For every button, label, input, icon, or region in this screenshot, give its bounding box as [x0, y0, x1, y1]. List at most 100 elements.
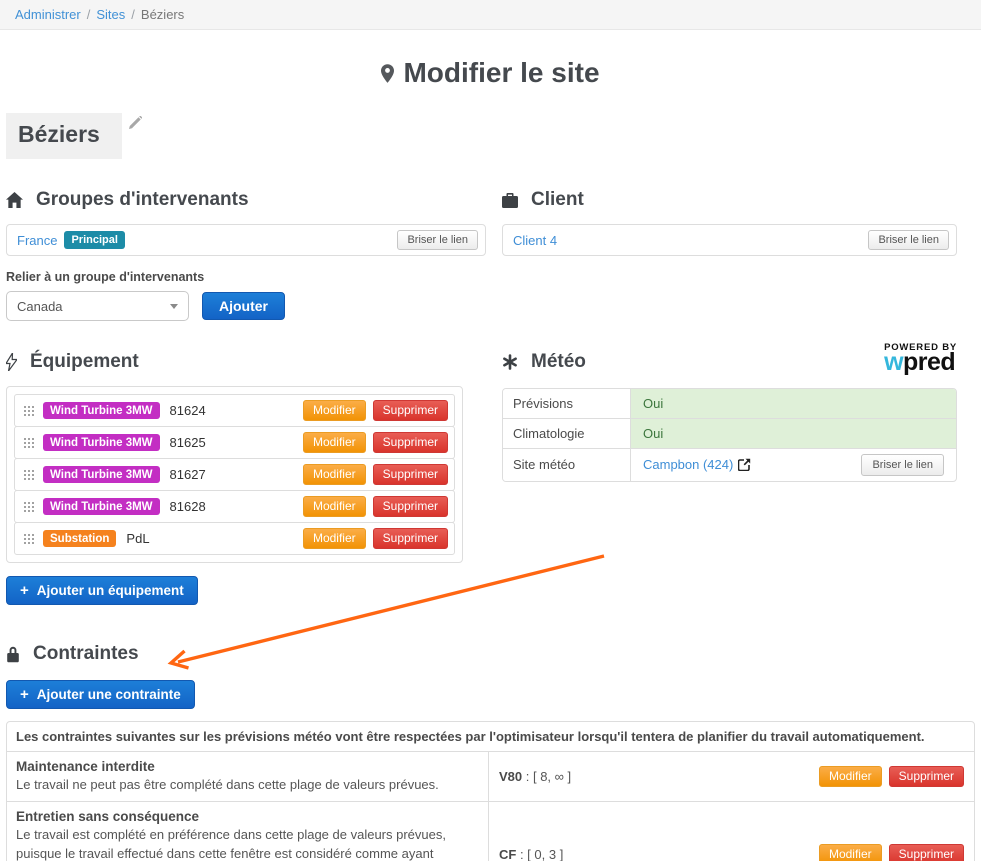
- client-section: Client Client 4 Briser le lien: [502, 159, 957, 256]
- equipment-row: Wind Turbine 3MW 81625 Modifier Supprime…: [14, 426, 455, 459]
- equipment-type-badge: Wind Turbine 3MW: [43, 434, 160, 451]
- groups-heading: Groupes d'intervenants: [6, 189, 486, 211]
- edit-pencil-icon[interactable]: [128, 116, 142, 130]
- constraint-row: Entretien sans conséquence Le travail es…: [7, 801, 974, 861]
- equipment-row: Substation PdL Modifier Supprimer: [14, 522, 455, 555]
- groups-section: Groupes d'intervenants France Principal …: [6, 159, 486, 321]
- equipment-name: 81625: [170, 435, 206, 450]
- drag-handle-icon[interactable]: [23, 501, 34, 512]
- meteo-row-value: Oui: [631, 389, 956, 418]
- constraint-description: Le travail ne peut pas être complété dan…: [16, 776, 479, 794]
- group-link-france[interactable]: France: [17, 233, 57, 248]
- meteo-row: Prévisions Oui: [503, 389, 956, 418]
- meteo-site-link[interactable]: Campbon (424): [643, 457, 733, 472]
- breadcrumb-separator: /: [87, 7, 91, 22]
- add-equipment-label: Ajouter un équipement: [37, 583, 184, 598]
- constraints-section: Contraintes + Ajouter une contrainte Les…: [6, 643, 975, 861]
- constraints-heading: Contraintes: [6, 643, 975, 665]
- meteo-heading-text: Météo: [531, 351, 586, 373]
- constraint-metric: CF: [499, 847, 516, 861]
- delete-equipment-button[interactable]: Supprimer: [373, 400, 448, 421]
- equipment-type-badge: Wind Turbine 3MW: [43, 498, 160, 515]
- modify-constraint-button[interactable]: Modifier: [819, 766, 882, 787]
- meteo-table: Prévisions Oui Climatologie Oui Site mét…: [502, 388, 957, 482]
- wpred-brand-rest: pred: [903, 348, 955, 376]
- unlink-client-button[interactable]: Briser le lien: [868, 230, 949, 250]
- asterisk-icon: [502, 354, 518, 370]
- modify-equipment-button[interactable]: Modifier: [303, 432, 366, 453]
- linked-group-row: France Principal Briser le lien: [6, 224, 486, 256]
- equipment-list: Wind Turbine 3MW 81624 Modifier Supprime…: [6, 386, 463, 563]
- meteo-row: Site météo Campbon (424) Briser le lien: [503, 448, 956, 481]
- group-select-value: Canada: [17, 299, 63, 314]
- modify-equipment-button[interactable]: Modifier: [303, 464, 366, 485]
- plus-icon: +: [20, 687, 29, 702]
- equipment-type-badge: Wind Turbine 3MW: [43, 466, 160, 483]
- meteo-row-label: Site météo: [503, 449, 631, 481]
- drag-handle-icon[interactable]: [23, 405, 34, 416]
- wpred-logo: POWERED BY wpred: [884, 343, 957, 375]
- equipment-type-badge: Wind Turbine 3MW: [43, 402, 160, 419]
- unlink-group-button[interactable]: Briser le lien: [397, 230, 478, 250]
- add-equipment-button[interactable]: + Ajouter un équipement: [6, 576, 198, 605]
- equipment-heading-text: Équipement: [30, 351, 139, 373]
- delete-equipment-button[interactable]: Supprimer: [373, 432, 448, 453]
- principal-badge: Principal: [64, 231, 124, 249]
- constraint-metric: V80: [499, 769, 522, 784]
- breadcrumb-link-administrer[interactable]: Administrer: [15, 7, 81, 22]
- client-heading-text: Client: [531, 189, 584, 211]
- equipment-type-badge: Substation: [43, 530, 116, 547]
- delete-equipment-button[interactable]: Supprimer: [373, 528, 448, 549]
- constraint-row: Maintenance interdite Le travail ne peut…: [7, 751, 974, 801]
- constraints-heading-text: Contraintes: [33, 643, 139, 665]
- lightning-icon: [6, 353, 17, 371]
- constraint-description: Le travail est complété en préférence da…: [16, 826, 479, 861]
- meteo-row-label: Prévisions: [503, 389, 631, 418]
- group-select[interactable]: Canada: [6, 291, 189, 321]
- add-constraint-button[interactable]: + Ajouter une contrainte: [6, 680, 195, 709]
- equipment-row: Wind Turbine 3MW 81628 Modifier Supprime…: [14, 490, 455, 523]
- breadcrumb-link-sites[interactable]: Sites: [96, 7, 125, 22]
- client-link[interactable]: Client 4: [513, 233, 557, 248]
- drag-handle-icon[interactable]: [23, 533, 34, 544]
- delete-constraint-button[interactable]: Supprimer: [889, 766, 964, 787]
- linked-client-row: Client 4 Briser le lien: [502, 224, 957, 256]
- meteo-row-value: Oui: [631, 419, 956, 448]
- plus-icon: +: [20, 583, 29, 598]
- equipment-name: 81627: [170, 467, 206, 482]
- groups-heading-text: Groupes d'intervenants: [36, 189, 249, 211]
- wpred-brand-w: w: [884, 348, 903, 376]
- modify-equipment-button[interactable]: Modifier: [303, 528, 366, 549]
- drag-handle-icon[interactable]: [23, 469, 34, 480]
- site-name: Béziers: [6, 113, 122, 159]
- modify-constraint-button[interactable]: Modifier: [819, 844, 882, 861]
- unlink-meteo-button[interactable]: Briser le lien: [861, 454, 944, 476]
- constraint-title: Entretien sans conséquence: [16, 809, 479, 824]
- external-link-icon[interactable]: [738, 458, 751, 471]
- breadcrumb-separator: /: [131, 7, 135, 22]
- equipment-section: Équipement Wind Turbine 3MW 81624 Modifi…: [6, 321, 486, 605]
- breadcrumb-current: Béziers: [141, 7, 184, 22]
- briefcase-icon: [502, 193, 518, 208]
- modify-equipment-button[interactable]: Modifier: [303, 496, 366, 517]
- drag-handle-icon[interactable]: [23, 437, 34, 448]
- modify-equipment-button[interactable]: Modifier: [303, 400, 366, 421]
- meteo-row-label: Climatologie: [503, 419, 631, 448]
- equipment-heading: Équipement: [6, 351, 486, 373]
- meteo-section: Météo POWERED BY wpred Prévisions Oui Cl…: [502, 321, 957, 482]
- map-marker-icon: [381, 64, 394, 83]
- constraint-range: : [ 8, ∞ ]: [522, 769, 571, 784]
- add-group-button[interactable]: Ajouter: [202, 292, 285, 320]
- delete-equipment-button[interactable]: Supprimer: [373, 464, 448, 485]
- equipment-name: 81628: [170, 499, 206, 514]
- meteo-heading: Météo: [502, 351, 586, 373]
- add-constraint-label: Ajouter une contrainte: [37, 687, 181, 702]
- chevron-down-icon: [170, 304, 178, 309]
- home-icon: [6, 192, 23, 208]
- equipment-row: Wind Turbine 3MW 81624 Modifier Supprime…: [14, 394, 455, 427]
- delete-equipment-button[interactable]: Supprimer: [373, 496, 448, 517]
- delete-constraint-button[interactable]: Supprimer: [889, 844, 964, 861]
- page-title-text: Modifier le site: [403, 57, 599, 89]
- constraints-table-header: Les contraintes suivantes sur les prévis…: [7, 722, 974, 751]
- equipment-name: PdL: [126, 531, 149, 546]
